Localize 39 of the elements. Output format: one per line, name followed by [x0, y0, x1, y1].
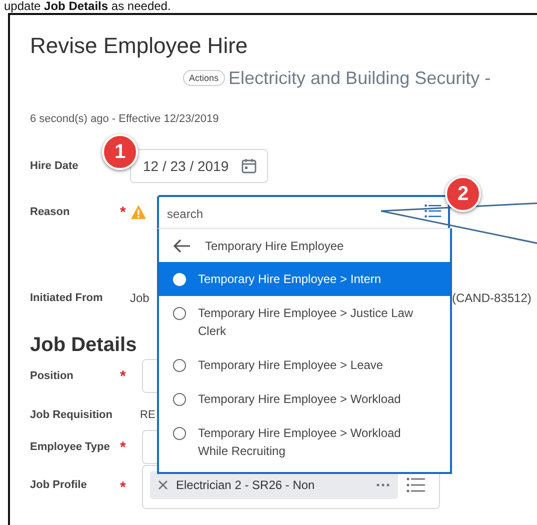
- menu-option[interactable]: Temporary Hire Employee > Workload While Recruiting: [159, 416, 450, 468]
- section-heading: Job Details: [30, 333, 137, 358]
- field-label: Hire Date: [30, 160, 80, 172]
- remove-icon[interactable]: [158, 480, 168, 490]
- field-value: RE: [140, 409, 156, 421]
- list-icon[interactable]: [424, 203, 442, 219]
- radio-button[interactable]: [173, 307, 186, 320]
- caption-text: update Job Details as needed.: [3, 0, 172, 13]
- chip-label: Electrician 2 - SR26 - Non: [176, 478, 316, 492]
- page-title: Revise Employee Hire: [30, 32, 249, 60]
- field-label: Initiated From: [30, 292, 104, 304]
- step-badge: 1: [102, 134, 138, 170]
- required-mark: *: [120, 368, 126, 384]
- field-value: (CAND-83512): [452, 291, 532, 305]
- back-option[interactable]: Temporary Hire Employee: [159, 229, 450, 262]
- required-mark: *: [120, 438, 126, 456]
- back-arrow-icon[interactable]: [173, 238, 191, 252]
- field-label: Reason: [30, 206, 71, 218]
- field-label: Job Profile: [30, 479, 88, 491]
- required-mark: *: [120, 204, 126, 220]
- worker-name: Electricity and Building Security -: [228, 68, 491, 88]
- calendar-icon[interactable]: [241, 158, 257, 174]
- menu-option[interactable]: Temporary Hire Employee > Intern: [159, 262, 450, 296]
- radio-button[interactable]: [173, 393, 186, 406]
- radio-button[interactable]: [173, 359, 186, 372]
- list-icon[interactable]: [406, 477, 426, 493]
- menu-option[interactable]: Temporary Hire Employee > Leave: [159, 348, 450, 382]
- menu-option[interactable]: Temporary Hire Employee > Workload: [159, 382, 450, 416]
- effective-text: 6 second(s) ago - Effective 12/23/2019: [30, 112, 220, 126]
- field-label: Position: [30, 370, 74, 382]
- field-label: Job Requisition: [30, 409, 114, 421]
- more-icon[interactable]: [376, 483, 390, 487]
- actions-button[interactable]: Actions: [183, 70, 225, 86]
- step-badge: 2: [445, 176, 481, 212]
- field-value: Job: [130, 291, 150, 305]
- required-mark: *: [120, 479, 126, 496]
- menu-option[interactable]: Temporary Hire Employee > Justice Law Clerk: [159, 296, 450, 348]
- radio-button[interactable]: [173, 427, 186, 440]
- field-label: Employee Type: [30, 441, 111, 453]
